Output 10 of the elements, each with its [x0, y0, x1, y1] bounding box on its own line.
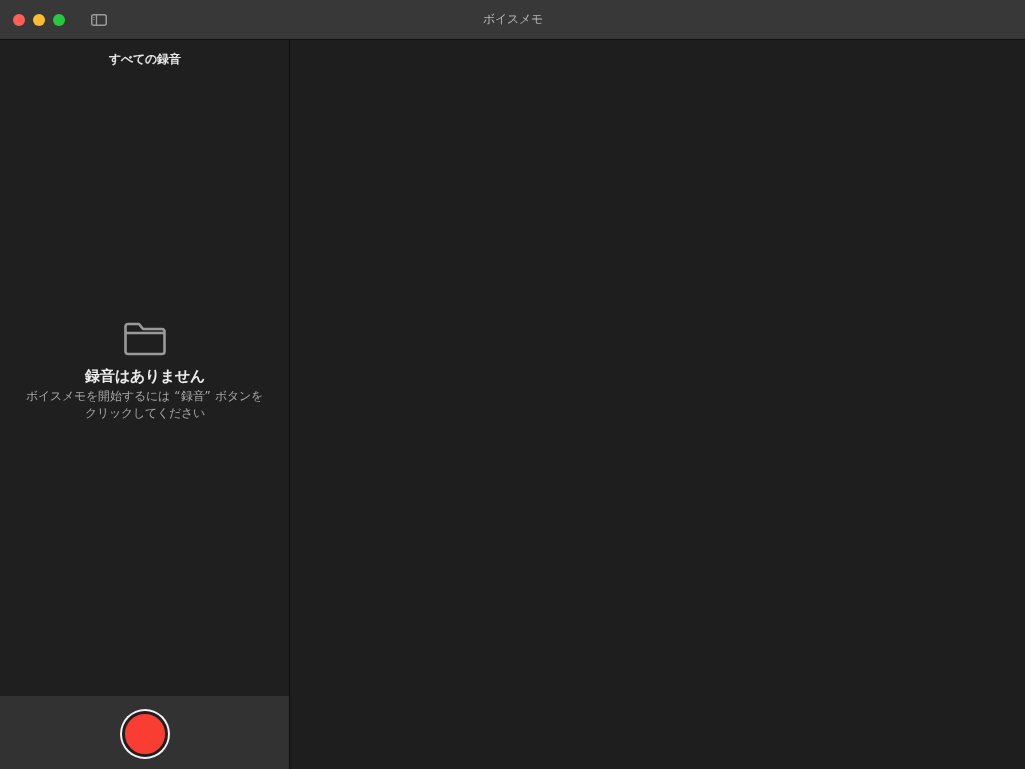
- sidebar-toggle-icon[interactable]: [91, 13, 107, 26]
- empty-state-message: ボイスメモを開始するには “録音” ボタンをクリックしてください: [25, 388, 264, 422]
- sidebar-header: すべての録音: [108, 51, 181, 68]
- record-button[interactable]: [121, 711, 168, 757]
- minimize-button[interactable]: [33, 13, 45, 26]
- empty-state-title: 録音はありません: [84, 367, 205, 386]
- zoom-button[interactable]: [53, 13, 65, 26]
- close-button[interactable]: [13, 13, 25, 26]
- folder-icon: [123, 322, 166, 356]
- window-title: ボイスメモ: [482, 11, 543, 28]
